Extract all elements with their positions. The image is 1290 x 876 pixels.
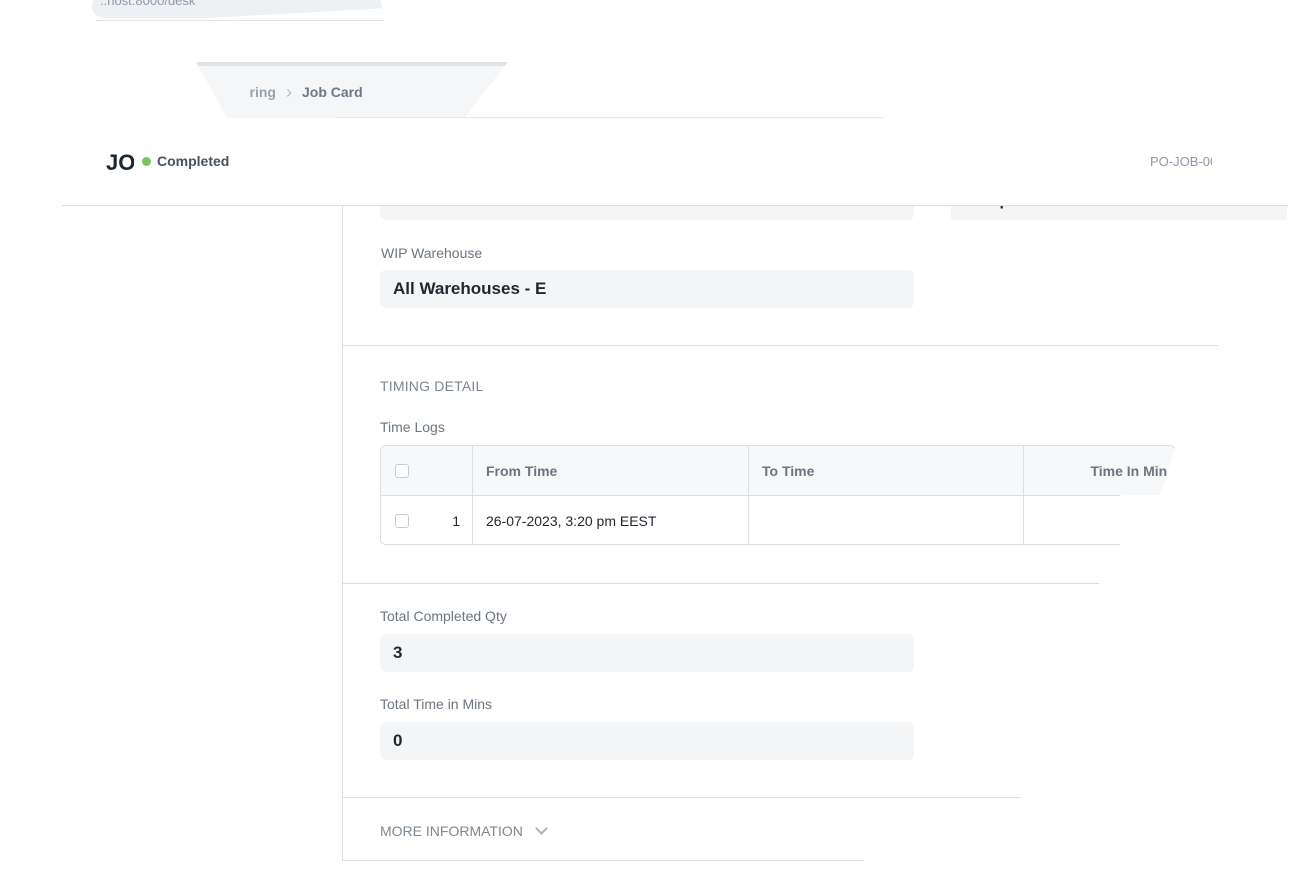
section-divider — [342, 583, 1099, 584]
column-header-time-in-mins-label: Time In Mins — [1090, 463, 1175, 479]
document-name: PO-JOB-00001 — [1150, 154, 1212, 169]
from-time-cell[interactable]: 26-07-2023, 3:20 pm EEST — [473, 496, 749, 544]
total-time-label: Total Time in Mins — [380, 696, 493, 712]
breadcrumb-current[interactable]: Job Card — [302, 84, 363, 100]
wip-warehouse-label: WIP Warehouse — [381, 245, 483, 261]
status-dot-icon — [142, 156, 151, 166]
divider — [336, 117, 884, 118]
more-information-toggle[interactable]: MORE INFORMATION — [380, 822, 548, 839]
row-select-cell: 1 — [381, 496, 473, 544]
table-row[interactable]: 1 26-07-2023, 3:20 pm EEST — [381, 496, 1175, 544]
column-header-time-in-mins[interactable]: Time In Mins — [1024, 446, 1175, 496]
divider — [342, 860, 864, 861]
divider — [96, 20, 384, 21]
chevron-right-icon: › — [286, 82, 292, 102]
column-header-from-time[interactable]: From Time — [473, 446, 749, 496]
status-indicator: Completed — [142, 153, 229, 169]
section-divider — [342, 797, 1021, 798]
total-completed-qty-field[interactable]: 3 — [380, 634, 914, 672]
select-all-cell — [381, 446, 473, 496]
url-text: ..host:8000/desk — [100, 0, 196, 8]
page: ..host:8000/desk Manufacturing › Job Car… — [0, 0, 1290, 876]
total-time-field[interactable]: 0 — [380, 722, 914, 760]
section-divider — [342, 345, 1218, 346]
column-header-to-time[interactable]: To Time — [749, 446, 1024, 496]
row-index: 1 — [452, 513, 460, 529]
divider — [342, 206, 343, 861]
chevron-down-icon — [534, 822, 548, 835]
wip-warehouse-field[interactable]: All Warehouses - E — [380, 270, 914, 308]
breadcrumb-parent[interactable]: Manufacturing — [250, 84, 276, 100]
title-bar: JOB-00001 Completed PO-JOB-00001 — [62, 120, 1288, 206]
to-time-cell[interactable] — [749, 496, 1024, 544]
breadcrumb: Manufacturing › Job Card — [250, 82, 363, 102]
row-checkbox[interactable] — [395, 514, 409, 528]
table-header: From Time To Time Time In Mins — [381, 446, 1175, 496]
select-all-checkbox[interactable] — [395, 464, 409, 478]
status-label: Completed — [157, 153, 230, 169]
time-logs-label: Time Logs — [380, 419, 445, 435]
time-in-mins-cell[interactable] — [1024, 496, 1175, 544]
total-completed-qty-label: Total Completed Qty — [380, 608, 507, 624]
page-title: JOB-00001 — [106, 150, 134, 175]
more-information-label: MORE INFORMATION — [380, 823, 523, 839]
timing-detail-heading: TIMING DETAIL — [380, 378, 484, 394]
time-logs-table: From Time To Time Time In Mins 1 26-07-2… — [380, 445, 1176, 545]
